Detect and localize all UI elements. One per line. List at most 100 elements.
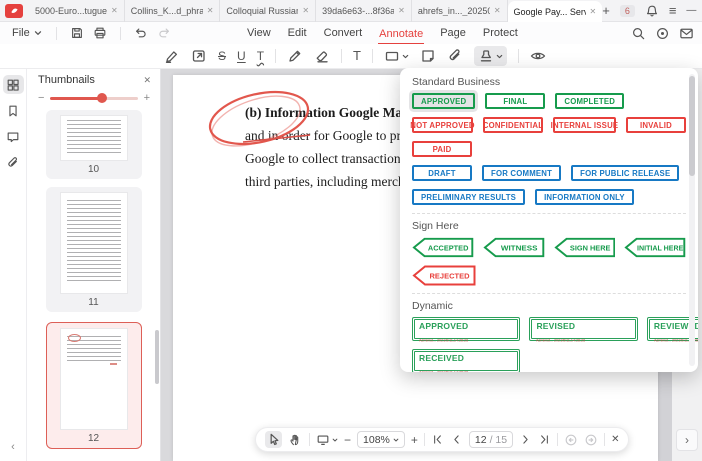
stamp-preliminary-results[interactable]: PRELIMINARY RESULTS [412,189,525,205]
zoom-out-button[interactable]: − [344,433,351,447]
sidebar-collapse-icon[interactable]: ‹ [11,441,15,453]
stamp-confidential[interactable]: CONFIDENTIAL [483,117,543,133]
stamp-draft[interactable]: DRAFT [412,165,472,181]
divider [604,433,605,446]
save-button[interactable] [70,26,84,40]
next-page-button[interactable] [519,433,532,446]
stamp-witness[interactable]: WITNESS [483,237,545,258]
notification-count-badge[interactable]: 6 [620,5,635,17]
comments-panel-icon[interactable] [3,127,24,146]
bell-icon[interactable] [645,4,659,18]
view-back-button[interactable] [564,433,578,447]
view-forward-button[interactable] [584,433,598,447]
attachments-panel-icon[interactable] [3,153,24,172]
tab-close-icon[interactable]: ✕ [111,6,118,15]
stamp-dynamic-received[interactable]: RECEIVEDAdminist... 2021/5/11,14:28:28 [412,349,520,372]
menu-view[interactable]: View [246,25,272,41]
text-comment-tool-icon[interactable]: T [353,49,361,63]
hand-tool-icon[interactable] [288,432,303,447]
thumbnail-page-11[interactable]: 11 [46,187,142,312]
stamp-initial-here[interactable]: INITIAL HERE [624,237,686,258]
right-panel-expand-button[interactable]: › [676,429,698,451]
section-label-dynamic: Dynamic [412,300,686,312]
file-menu[interactable]: File [0,27,42,39]
first-page-button[interactable] [431,433,444,446]
select-tool-icon[interactable] [265,431,282,448]
search-icon[interactable] [631,26,646,41]
slider-minus[interactable]: − [38,92,44,104]
squiggly-underline-tool-icon[interactable]: T [257,49,264,63]
tab-document-active[interactable]: Google Pay... Service *✕ [508,1,603,22]
menu-edit[interactable]: Edit [287,25,308,41]
thumbnails-panel-icon[interactable] [3,75,24,94]
area-highlight-tool-icon[interactable] [191,48,207,64]
redo-button[interactable] [157,26,171,40]
stamp-approved[interactable]: APPROVED [412,93,475,109]
thumbnail-page-12-selected[interactable]: 12 [46,322,142,449]
popup-scrollbar-thumb[interactable] [689,76,695,176]
menu-convert[interactable]: Convert [323,25,364,41]
screenshot-icon[interactable] [655,26,670,41]
zoom-in-button[interactable]: + [411,433,418,447]
read-mode-eye-icon[interactable] [530,48,546,64]
menu-protect[interactable]: Protect [482,25,519,41]
stamp-tool-button[interactable] [474,46,507,66]
popup-scrollbar[interactable] [689,74,695,366]
stamp-invalid[interactable]: INVALID [626,117,686,133]
strikethrough-tool-icon[interactable]: S [218,49,226,63]
stamp-final[interactable]: FINAL [485,93,545,109]
bookmarks-panel-icon[interactable] [3,101,24,120]
slider-plus[interactable]: + [144,92,150,104]
tab-document-4[interactable]: 39da6e63-...8f36aa7ad✕ [316,0,412,22]
stamp-for-public-release[interactable]: FOR PUBLIC RELEASE [571,165,679,181]
menu-annotate[interactable]: Annotate [378,26,424,45]
stamp-accepted[interactable]: ACCEPTED [412,237,474,258]
view-mode-icon[interactable] [316,433,338,447]
page-number-input[interactable]: 12/ 15 [469,431,513,448]
sidebar-scrollbar-thumb[interactable] [155,330,159,384]
eraser-tool-icon[interactable] [314,48,330,64]
tab-document-2[interactable]: Collins_K...d_phrases✕ [125,0,221,22]
last-page-button[interactable] [538,433,551,446]
tab-document-3[interactable]: Colloquial Russian 2✕ [220,0,316,22]
slider-knob[interactable] [97,93,107,103]
main-menu-icon[interactable]: ≡ [669,3,677,18]
zoom-level-select[interactable]: 108% [357,431,405,448]
shapes-tool-icon[interactable] [384,48,409,64]
stamp-dynamic-approved[interactable]: APPROVEDAdminist... 2021/5/11,14:28:28 [412,317,520,341]
stamp-not-approved[interactable]: NOT APPROVED [412,117,473,133]
tab-close-icon[interactable]: ✕ [494,6,501,15]
stamp-paid[interactable]: PAID [412,141,472,157]
slider-track[interactable] [50,97,137,100]
tab-close-icon[interactable]: ✕ [398,6,405,15]
thumbnail-page-10[interactable]: 10 [46,110,142,179]
pencil-tool-icon[interactable] [287,48,303,64]
close-icon[interactable]: ✕ [143,75,151,86]
stamp-dynamic-revised[interactable]: REVISEDAdminist... 2021/5/11,14:28:28 [529,317,637,341]
stamp-internal-issue[interactable]: INTERNAL ISSUE [553,117,616,133]
menu-page[interactable]: Page [439,25,467,41]
print-button[interactable] [93,26,107,40]
attachment-tool-icon[interactable] [447,48,463,64]
stamp-information-only[interactable]: INFORMATION ONLY [535,189,634,205]
stamp-for-comment[interactable]: FOR COMMENT [482,165,561,181]
new-tab-button[interactable]: + [602,3,610,18]
sticky-note-tool-icon[interactable] [420,48,436,64]
highlight-tool-icon[interactable] [164,48,180,64]
undo-button[interactable] [134,26,148,40]
underline-tool-icon[interactable]: U [237,49,246,63]
tab-document-5[interactable]: ahrefs_in..._20250825✕ [412,0,508,22]
stamp-sign-here[interactable]: SIGN HERE [554,237,616,258]
tab-close-icon[interactable]: ✕ [207,6,214,15]
page-12-preview [61,329,127,429]
close-toolbar-icon[interactable]: ✕ [611,434,619,445]
stamp-completed[interactable]: COMPLETED [555,93,624,109]
previous-page-button[interactable] [450,433,463,446]
tab-close-icon[interactable]: ✕ [590,7,597,16]
tab-close-icon[interactable]: ✕ [302,6,309,15]
page-number: 11 [52,297,136,308]
stamp-rejected[interactable]: REJECTED [412,265,476,286]
feedback-mail-icon[interactable] [679,26,694,41]
window-minimize-button[interactable]: — [686,5,696,16]
tab-document-1[interactable]: 5000-Euro...tuguese *✕ [29,0,125,22]
